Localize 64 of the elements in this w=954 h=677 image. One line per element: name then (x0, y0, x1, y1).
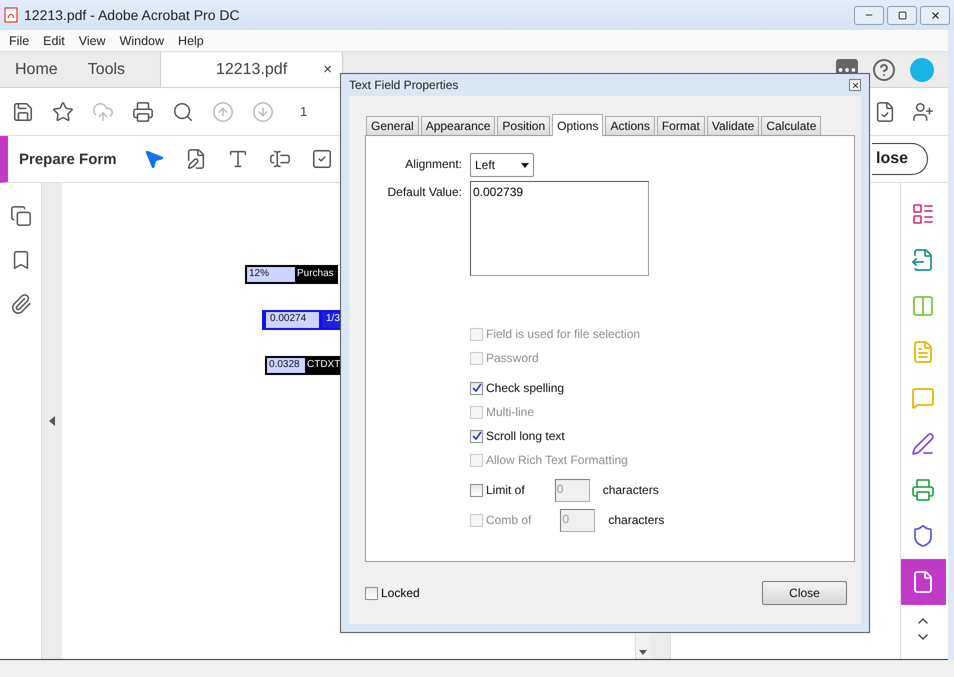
save-icon[interactable] (12, 100, 34, 122)
option-label: Password (486, 351, 539, 365)
paperclip-icon[interactable] (10, 293, 32, 315)
collapse-arrow-icon[interactable] (49, 416, 55, 426)
close-tab-button[interactable]: × (323, 61, 332, 78)
app-tab[interactable]: Home (0, 52, 73, 87)
close-button[interactable]: Close (762, 581, 847, 605)
option-label: Multi-line (486, 405, 534, 419)
characters-label: characters (602, 483, 659, 497)
text-field-icon[interactable] (268, 148, 291, 170)
checkbox[interactable] (470, 382, 483, 394)
dialog-tab[interactable]: Calculate (761, 116, 822, 135)
dialog-tab[interactable]: Options (552, 114, 604, 136)
form-field[interactable]: 12% Purchas (245, 265, 338, 284)
close-icon (850, 80, 860, 90)
print-icon[interactable] (132, 100, 154, 122)
search-icon[interactable] (172, 100, 194, 122)
add-user-icon[interactable] (912, 100, 934, 122)
locked-label: Locked (381, 586, 420, 600)
dialog-tab[interactable]: Appearance (420, 116, 496, 135)
maximize-icon (898, 10, 906, 20)
app-tab[interactable]: 12213.pdf × (160, 52, 344, 87)
window-title: 12213.pdf - Adobe Acrobat Pro DC (24, 7, 240, 23)
dialog-tab[interactable]: Validate (706, 116, 760, 135)
maximize-button[interactable] (887, 6, 917, 24)
checkbox[interactable] (470, 430, 483, 442)
checkbox[interactable] (470, 484, 483, 496)
tool-rail-item[interactable] (900, 559, 946, 605)
dialog-title: Text Field Properties (349, 78, 458, 92)
locked-checkbox[interactable] (365, 586, 378, 600)
alignment-dropdown[interactable]: Left (470, 153, 534, 177)
app-tab[interactable]: Tools (72, 52, 140, 87)
option-label: Comb of (486, 513, 532, 527)
prepare-form-title: Prepare Form (19, 150, 117, 168)
dialog-tab[interactable]: Position (497, 116, 550, 135)
close-button[interactable] (920, 6, 950, 24)
option-label: Field is used for file selection (486, 327, 640, 341)
pdf-file-icon (4, 7, 18, 23)
characters-label: characters (608, 513, 664, 527)
close-button[interactable] (849, 79, 861, 91)
checkbox-icon[interactable] (310, 148, 333, 170)
caret-icon (521, 162, 529, 168)
default-value-label: Default Value: (386, 184, 462, 199)
menu-item[interactable]: Window (112, 34, 172, 48)
close-icon (930, 10, 940, 20)
pages-icon[interactable] (10, 205, 32, 227)
option-label: Limit of (486, 483, 525, 497)
menu-item[interactable]: View (72, 34, 113, 48)
dialog-tab[interactable]: Format (656, 116, 705, 135)
page-number[interactable]: 1 (300, 104, 308, 119)
option-label: Check spelling (486, 381, 564, 395)
option-label: Scroll long text (486, 429, 565, 443)
menu-item[interactable]: File (2, 34, 36, 48)
menu-item[interactable]: Help (171, 34, 211, 48)
option-label: Allow Rich Text Formatting (486, 453, 628, 467)
default-value-field[interactable]: 0.002739 (470, 181, 649, 276)
star-icon[interactable] (52, 100, 74, 122)
dialog-tab[interactable]: General (366, 116, 419, 135)
help-icon[interactable] (872, 58, 896, 82)
alignment-label: Alignment: (404, 156, 462, 171)
close-button[interactable]: lose (872, 143, 928, 175)
document-icon[interactable] (874, 100, 896, 122)
dialog-tab[interactable]: Actions (605, 116, 655, 135)
menu-item[interactable]: Edit (36, 34, 72, 48)
